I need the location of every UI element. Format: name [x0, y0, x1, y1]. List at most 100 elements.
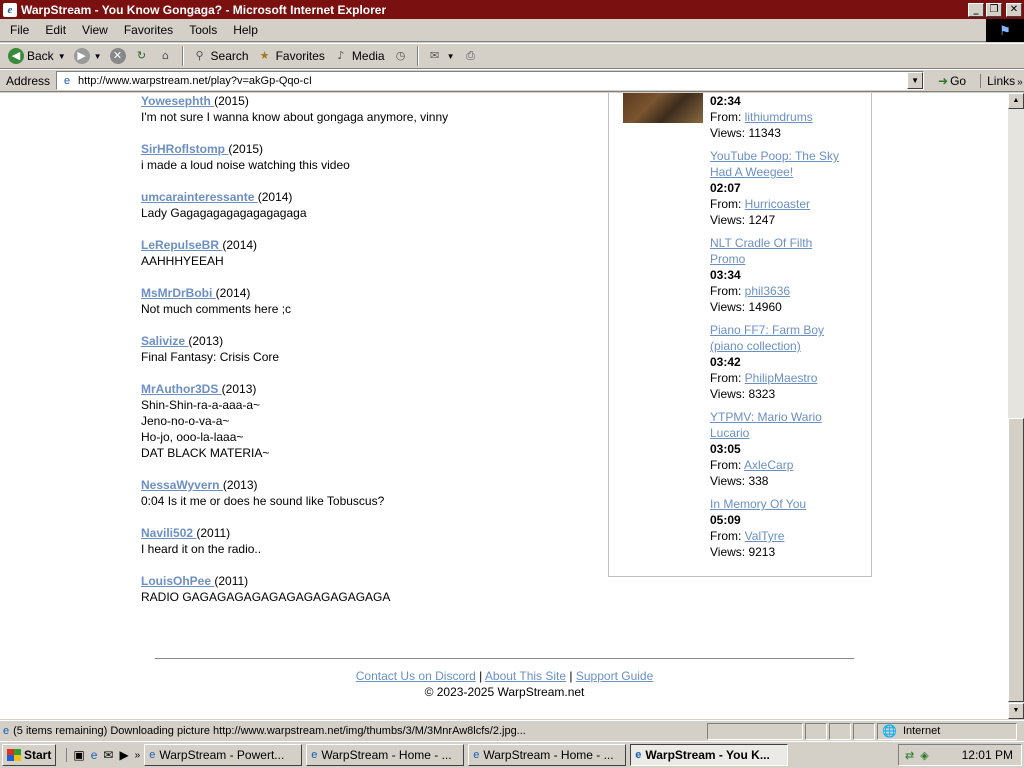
home-icon: ⌂	[162, 49, 170, 62]
comment-text: Final Fantasy: Crisis Core	[141, 350, 280, 364]
taskbar-window-button[interactable]: e WarpStream - Home - ...	[468, 744, 627, 766]
search-button[interactable]: ⚲ Search	[188, 45, 253, 67]
comment-author-link[interactable]: Yowesephth	[141, 94, 214, 108]
view-count: Views: 11343	[710, 126, 781, 140]
comment-text: Shin-Shin-ra-a-aaa-a~	[141, 398, 261, 412]
links-button[interactable]: Links»	[980, 73, 1023, 88]
video-duration: 03:42	[710, 355, 741, 369]
maximize-button[interactable]: ❐	[986, 2, 1002, 17]
related-video: Piano FF7: Farm Boy (piano collection) 03:…	[710, 322, 860, 402]
forward-button[interactable]: ▶ ▼	[70, 45, 106, 67]
uploader-link[interactable]: PhilipMaestro	[745, 371, 818, 385]
outlook-icon[interactable]: ✉	[103, 748, 113, 762]
related-video-title[interactable]: YouTube Poop: The Sky	[710, 148, 860, 164]
comment-author-link[interactable]: MrAuthor3DS	[141, 382, 222, 396]
search-label: Search	[210, 49, 249, 63]
vertical-scrollbar[interactable]: ▲ ▼	[1008, 93, 1024, 719]
ie-logo-icon: e	[3, 2, 17, 17]
related-video: YTPMV: Mario Wario Lucario 03:05 From: Axle…	[710, 409, 860, 489]
status-text: (5 items remaining) Downloading picture …	[13, 725, 526, 737]
system-tray: ⇄ ◈ 12:01 PM	[898, 744, 1022, 766]
favorites-icon: ★	[259, 49, 270, 62]
scroll-thumb[interactable]	[1008, 418, 1024, 702]
related-video-title[interactable]: Promo	[710, 251, 860, 267]
comment-author-link[interactable]: LouisOhPee	[141, 574, 214, 588]
start-button[interactable]: Start	[2, 744, 57, 766]
status-cell	[829, 722, 851, 740]
comment-author-link[interactable]: Salivize	[141, 334, 188, 348]
close-button[interactable]: ✕	[1006, 2, 1022, 17]
mail-dropdown-icon[interactable]: ▼	[447, 52, 455, 61]
related-video-title[interactable]: (piano collection)	[710, 338, 860, 354]
print-button[interactable]: ⎙	[459, 45, 483, 67]
uploader-link[interactable]: phil3636	[745, 284, 790, 298]
scroll-up-button[interactable]: ▲	[1008, 93, 1024, 109]
comment-author-link[interactable]: LeRepulseBR	[141, 238, 222, 252]
comment-author-link[interactable]: SirHRoflstomp	[141, 142, 228, 156]
comment-author-link[interactable]: umcarainteressante	[141, 190, 258, 204]
related-video-title[interactable]: NLT Cradle Of Filth	[710, 235, 860, 251]
uploader-link[interactable]: AxleCarp	[744, 458, 793, 472]
footer-divider	[155, 658, 854, 659]
comment-author-link[interactable]: NessaWyvern	[141, 478, 223, 492]
zone-label: Internet	[902, 725, 941, 737]
favorites-button[interactable]: ★ Favorites	[253, 45, 329, 67]
mail-icon: ✉	[430, 49, 440, 62]
scroll-down-button[interactable]: ▼	[1008, 703, 1024, 719]
ie-window-icon: e	[149, 749, 156, 761]
forward-dropdown-icon[interactable]: ▼	[94, 52, 102, 61]
related-video: YouTube Poop: The Sky Had A Weegee! 02:07 F…	[710, 148, 860, 228]
media-icon: ♪	[337, 49, 345, 62]
menu-file[interactable]: File	[0, 23, 37, 37]
related-video-title[interactable]: Lucario	[710, 425, 860, 441]
media-player-icon[interactable]: ▶	[119, 748, 128, 762]
address-url[interactable]: http://www.warpstream.net/play?v=akGp-Qq…	[78, 75, 312, 87]
history-button[interactable]: ◷	[389, 45, 413, 67]
menu-favorites[interactable]: Favorites	[116, 23, 181, 37]
minimize-button[interactable]: _	[968, 2, 984, 17]
taskbar-window-label: WarpStream - Powert...	[159, 748, 285, 762]
go-label: Go	[950, 73, 967, 88]
related-video-title[interactable]: YTPMV: Mario Wario	[710, 409, 860, 425]
taskbar-window-button[interactable]: e WarpStream - Powert...	[144, 744, 303, 766]
support-link[interactable]: Support Guide	[576, 669, 653, 683]
menu-edit[interactable]: Edit	[37, 23, 74, 37]
menu-tools[interactable]: Tools	[181, 23, 225, 37]
taskbar-window-label: WarpStream - Home - ...	[483, 748, 614, 762]
taskbar-window-button[interactable]: e WarpStream - Home - ...	[306, 744, 465, 766]
menu-view[interactable]: View	[74, 23, 116, 37]
show-desktop-icon[interactable]: ▣	[73, 748, 84, 762]
uploader-link[interactable]: lithiumdrums	[745, 110, 813, 124]
uploader-link[interactable]: Hurricoaster	[745, 197, 810, 211]
video-thumbnail[interactable]	[623, 93, 703, 123]
mail-button[interactable]: ✉ ▼	[423, 45, 459, 67]
comment-author-link[interactable]: Navili502	[141, 526, 196, 540]
back-dropdown-icon[interactable]: ▼	[58, 52, 66, 61]
menu-help[interactable]: Help	[225, 23, 266, 37]
related-video-title[interactable]: In Memory Of You	[710, 496, 860, 512]
security-icon[interactable]: ◈	[920, 749, 928, 762]
contact-link[interactable]: Contact Us on Discord	[356, 669, 476, 683]
stop-button[interactable]: ✕	[106, 45, 130, 67]
media-button[interactable]: ♪ Media	[329, 45, 389, 67]
ie-quicklaunch-icon[interactable]: e	[91, 748, 98, 762]
comment-year: (2013)	[222, 478, 258, 492]
address-dropdown-icon[interactable]: ▼	[907, 72, 924, 89]
network-icon[interactable]: ⇄	[905, 749, 914, 762]
comment: Salivize (2013) Final Fantasy: Crisis Cor…	[141, 333, 279, 365]
about-link[interactable]: About This Site	[485, 669, 566, 683]
back-button[interactable]: ◀ Back ▼	[4, 45, 70, 67]
address-input[interactable]: e http://www.warpstream.net/play?v=akGp-…	[56, 71, 925, 90]
taskbar-window-button[interactable]: e WarpStream - You K...	[630, 744, 789, 766]
go-button[interactable]: ➜ Go	[938, 74, 966, 88]
comment: Yowesephth (2015) I'm not sure I wanna kn…	[141, 93, 448, 125]
comment-author-link[interactable]: MsMrDrBobi	[141, 286, 216, 300]
from-label: From:	[710, 529, 745, 543]
home-button[interactable]: ⌂	[154, 45, 178, 67]
uploader-link[interactable]: ValTyre	[745, 529, 785, 543]
related-video-title[interactable]: Had A Weegee!	[710, 164, 860, 180]
forward-arrow-icon: ▶	[73, 48, 90, 64]
refresh-button[interactable]: ↻	[130, 45, 154, 67]
related-video-title[interactable]: Piano FF7: Farm Boy	[710, 322, 860, 338]
comment-text: Lady Gagagagagagagagagaga	[141, 206, 307, 220]
